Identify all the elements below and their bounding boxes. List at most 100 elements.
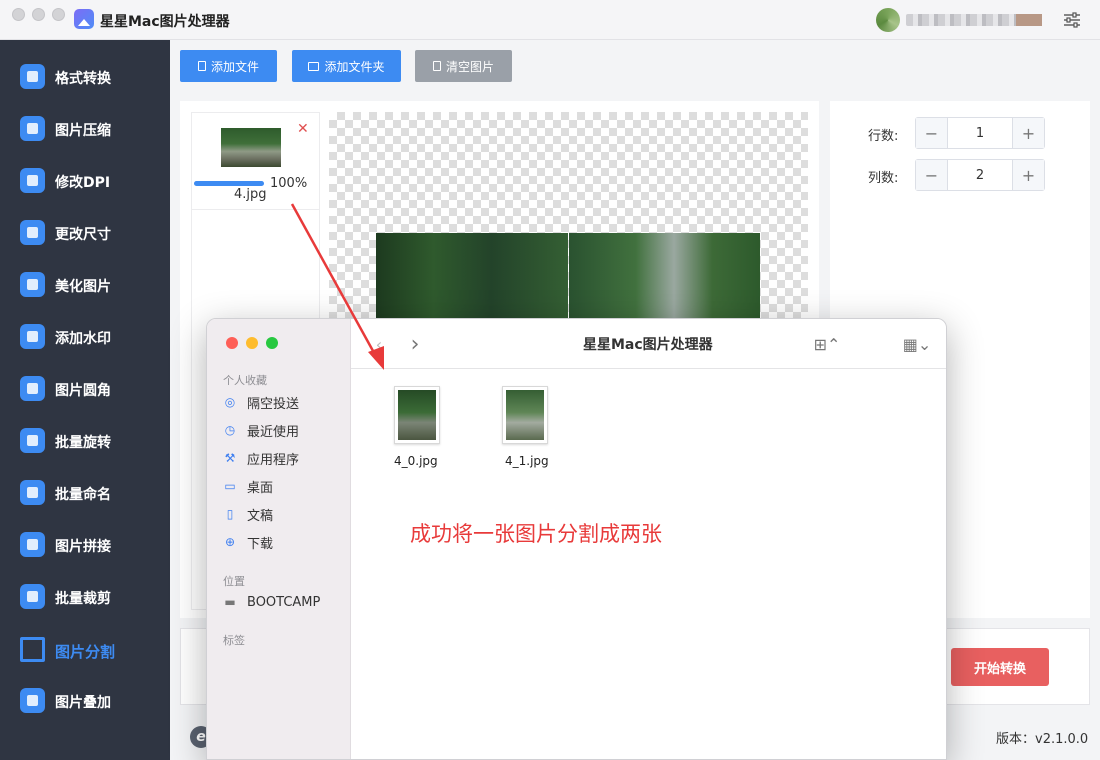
app-logo-icon xyxy=(74,9,94,29)
finder-item-label: 应用程序 xyxy=(247,452,300,468)
minimize-window-button[interactable] xyxy=(32,8,45,21)
finder-file-name[interactable]: 4_1.jpg xyxy=(505,454,549,468)
back-chevron-icon[interactable]: ‹ xyxy=(371,333,387,355)
desktop-icon: ▭ xyxy=(224,479,236,493)
finder-item-label: BOOTCAMP xyxy=(247,594,321,610)
finder-item-bootcamp[interactable]: ▬ BOOTCAMP xyxy=(223,591,343,613)
sidebar-item-resize[interactable]: 更改尺寸 xyxy=(0,207,170,259)
icon-view-toggle-icon[interactable]: ⊞⌃ xyxy=(809,333,845,355)
sidebar-item-dpi[interactable]: 修改DPI xyxy=(0,155,170,207)
finder-item-recents[interactable]: ◷ 最近使用 xyxy=(223,419,343,441)
finder-item-downloads[interactable]: ⊕ 下载 xyxy=(223,531,343,553)
sidebar-item-stitch[interactable]: 图片拼接 xyxy=(0,519,170,571)
crop-icon xyxy=(20,584,45,609)
clear-images-label: 清空图片 xyxy=(445,59,494,74)
dpi-icon xyxy=(20,168,45,193)
finder-toolbar: ‹ › 星星Mac图片处理器 ⊞⌃ ▦⌄ ⇧ ◇ ⋯⌄ ⌕ xyxy=(351,319,946,369)
finder-zoom-button[interactable] xyxy=(266,337,278,349)
stitch-icon xyxy=(20,532,45,557)
sidebar-item-compress[interactable]: 图片压缩 xyxy=(0,103,170,155)
finder-item-applications[interactable]: ⚒ 应用程序 xyxy=(223,447,343,469)
sidebar-item-layers[interactable]: 图片叠加 xyxy=(0,675,170,727)
finder-file-name[interactable]: 4_0.jpg xyxy=(394,454,438,468)
rows-label: 行数: xyxy=(868,129,899,144)
file-thumbnail-image xyxy=(506,390,544,440)
finder-file-thumbnail[interactable] xyxy=(502,386,548,444)
compress-icon xyxy=(20,116,45,141)
sidebar-item-label: 批量命名 xyxy=(55,487,111,503)
finder-file-thumbnail[interactable] xyxy=(394,386,440,444)
finder-item-airdrop[interactable]: ◎ 隔空投送 xyxy=(223,391,343,413)
airdrop-icon: ◎ xyxy=(224,395,236,409)
zoom-window-button[interactable] xyxy=(52,8,65,21)
group-view-icon[interactable]: ▦⌄ xyxy=(897,333,937,355)
rounded-corner-icon xyxy=(20,376,45,401)
sidebar-item-crop[interactable]: 批量裁剪 xyxy=(0,571,170,623)
sidebar-item-label: 图片叠加 xyxy=(55,695,111,711)
title-bar: 星星Mac图片处理器 xyxy=(0,0,1100,40)
sidebar-item-label: 格式转换 xyxy=(55,71,111,87)
add-file-button[interactable]: 添加文件 xyxy=(180,50,277,82)
applications-icon: ⚒ xyxy=(224,451,236,465)
remove-file-icon[interactable]: ✕ xyxy=(297,122,309,136)
rows-stepper: − 1 + xyxy=(915,117,1045,149)
rows-increment-button[interactable]: + xyxy=(1012,118,1044,148)
file-thumbnail xyxy=(221,128,281,167)
finder-item-label: 隔空投送 xyxy=(247,396,300,412)
rows-value[interactable]: 1 xyxy=(948,118,1012,148)
progress-text: 100% xyxy=(270,176,308,191)
split-preview-left xyxy=(376,233,568,323)
finder-title: 星星Mac图片处理器 xyxy=(583,337,713,353)
finder-close-button[interactable] xyxy=(226,337,238,349)
add-folder-label: 添加文件夹 xyxy=(324,59,385,74)
resize-icon xyxy=(20,220,45,245)
sidebar-item-label: 图片压缩 xyxy=(55,123,111,139)
cols-stepper: − 2 + xyxy=(915,159,1045,191)
sidebar-item-label: 图片分割 xyxy=(55,643,116,661)
cols-decrement-button[interactable]: − xyxy=(916,160,948,190)
file-name: 4.jpg xyxy=(234,187,267,202)
finder-item-label: 桌面 xyxy=(247,480,274,496)
clear-images-button[interactable]: 清空图片 xyxy=(415,50,512,82)
start-convert-button[interactable]: 开始转换 xyxy=(951,648,1049,686)
finder-item-desktop[interactable]: ▭ 桌面 xyxy=(223,475,343,497)
cols-increment-button[interactable]: + xyxy=(1012,160,1044,190)
settings-sliders-icon[interactable] xyxy=(1062,10,1082,30)
user-name-blurred[interactable] xyxy=(906,14,1042,26)
finder-sidebar: 个人收藏 ◎ 隔空投送 ◷ 最近使用 ⚒ 应用程序 ▭ 桌面 ▯ 文稿 ⊕ 下载 位置 ▬ B… xyxy=(207,319,351,759)
split-icon xyxy=(20,637,45,662)
version-label: 版本：v2.1.0.0 xyxy=(996,732,1089,747)
sidebar-item-rounded-corner[interactable]: 图片圆角 xyxy=(0,363,170,415)
sidebar-item-label: 修改DPI xyxy=(55,175,111,191)
app-window: 星星Mac图片处理器 格式转换 图片压缩 修改DPI 更改尺寸 美化图片 添加水… xyxy=(0,0,1100,760)
folder-icon xyxy=(308,61,320,71)
finder-minimize-button[interactable] xyxy=(246,337,258,349)
recents-icon: ◷ xyxy=(224,423,236,437)
sidebar-item-label: 图片拼接 xyxy=(55,539,111,555)
rename-icon xyxy=(20,480,45,505)
layers-icon xyxy=(20,688,45,713)
documents-icon: ▯ xyxy=(226,507,234,521)
sidebar-item-format-convert[interactable]: 格式转换 xyxy=(0,51,170,103)
finder-item-label: 最近使用 xyxy=(247,424,300,440)
cols-value[interactable]: 2 xyxy=(948,160,1012,190)
sidebar-item-rotate[interactable]: 批量旋转 xyxy=(0,415,170,467)
user-avatar[interactable] xyxy=(876,8,900,32)
sidebar-item-label: 美化图片 xyxy=(55,279,111,295)
finder-item-documents[interactable]: ▯ 文稿 xyxy=(223,503,343,525)
sidebar: 格式转换 图片压缩 修改DPI 更改尺寸 美化图片 添加水印 图片圆角 批量旋转… xyxy=(0,40,170,760)
locations-section-label: 位置 xyxy=(223,575,245,588)
rows-decrement-button[interactable]: − xyxy=(916,118,948,148)
close-window-button[interactable] xyxy=(12,8,25,21)
sidebar-item-beautify[interactable]: 美化图片 xyxy=(0,259,170,311)
watermark-icon xyxy=(20,324,45,349)
sidebar-item-watermark[interactable]: 添加水印 xyxy=(0,311,170,363)
sidebar-item-split[interactable]: 图片分割 xyxy=(0,624,170,676)
file-icon xyxy=(197,61,206,71)
sidebar-item-label: 图片圆角 xyxy=(55,383,111,399)
add-folder-button[interactable]: 添加文件夹 xyxy=(292,50,401,82)
sidebar-item-rename[interactable]: 批量命名 xyxy=(0,467,170,519)
trash-icon xyxy=(432,61,441,71)
forward-chevron-icon[interactable]: › xyxy=(407,332,423,357)
finder-item-label: 下载 xyxy=(247,536,274,552)
